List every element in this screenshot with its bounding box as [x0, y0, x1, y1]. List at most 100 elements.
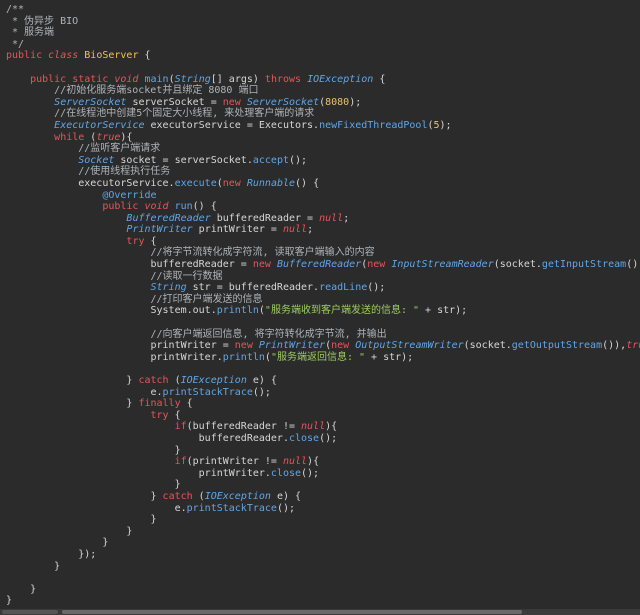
code-token: BufferedReader — [276, 259, 362, 271]
code-line: //将字节流转化成字符流, 读取客户端输入的内容 — [6, 247, 640, 259]
code-token: printStackTrace — [186, 502, 277, 514]
code-token: (); — [252, 386, 271, 398]
code-token: + str); — [419, 305, 468, 317]
code-token: getOutputStream — [511, 340, 603, 352]
code-line: executorService.execute(new Runnable() { — [6, 178, 640, 190]
code-token: close — [270, 467, 302, 479]
code-token: execute — [174, 177, 217, 189]
code-token: { — [150, 235, 157, 247]
code-line: } — [6, 537, 640, 549]
code-token: } — [6, 479, 181, 491]
code-token: new — [331, 340, 356, 352]
code-token: ); — [439, 119, 452, 131]
scrollbar-track-segment — [2, 610, 58, 614]
code-token: ; — [343, 212, 350, 224]
code-token: ; — [307, 224, 314, 236]
code-token: }); — [6, 548, 97, 560]
code-line: } — [6, 595, 640, 607]
code-token: null — [319, 212, 344, 224]
code-token: executorService. — [6, 177, 175, 189]
code-line: BufferedReader bufferedReader = null; — [6, 213, 640, 225]
code-token: getInputStream — [541, 259, 627, 271]
code-token: //初始化服务端socket并且绑定 8080 端口 — [6, 85, 259, 97]
code-token: * 伪异步 BIO — [6, 15, 79, 27]
code-line: //使用线程执行任务 — [6, 166, 640, 178]
code-line: @Override — [6, 190, 640, 202]
code-token: { — [373, 73, 386, 85]
code-token: () { — [192, 201, 217, 213]
code-token: public static — [6, 73, 115, 85]
code-token: run — [174, 201, 193, 213]
code-line: bufferedReader.close(); — [6, 433, 640, 445]
code-token: try — [150, 409, 175, 421]
code-line: //读取一行数据 — [6, 271, 640, 283]
code-token: true — [96, 131, 121, 143]
code-token: } — [6, 595, 13, 607]
code-token: void — [114, 73, 145, 85]
code-token: public — [6, 50, 49, 62]
code-line: } finally { — [6, 398, 640, 410]
code-token: (printWriter != — [186, 456, 283, 468]
code-token: } — [6, 514, 157, 526]
code-token: PrintWriter — [258, 340, 326, 352]
code-line: e.printStackTrace(); — [6, 503, 640, 515]
code-token: () { — [295, 177, 320, 189]
code-token: (); — [367, 282, 386, 294]
code-line: public void run() { — [6, 201, 640, 213]
code-token: new — [222, 96, 247, 108]
code-token: Socket — [78, 154, 115, 166]
code-line: printWriter.println("服务端返回信息: " + str); — [6, 352, 640, 364]
code-token: { — [174, 409, 181, 421]
code-line: try { — [6, 410, 640, 422]
code-line: public class BioServer { — [6, 50, 640, 62]
code-token: { — [186, 398, 193, 410]
code-token: readLine — [319, 282, 368, 294]
code-line: } — [6, 479, 640, 491]
code-line: //向客户端返回信息, 将字符转化成字节流, 并输出 — [6, 329, 640, 341]
code-token: catch — [138, 375, 175, 386]
code-token: String — [174, 73, 211, 85]
code-line: } — [6, 561, 640, 573]
code-token: bufferedReader = — [6, 259, 253, 271]
code-token: } — [6, 560, 61, 572]
code-token: serverSocket = — [126, 96, 223, 108]
code-token: //使用线程执行任务 — [6, 166, 171, 178]
code-token: PrintWriter — [126, 224, 193, 236]
code-token: e) { — [270, 490, 302, 502]
code-token: //监听客户端请求 — [6, 143, 161, 155]
code-token: null — [282, 224, 308, 236]
code-token: IOException — [307, 73, 374, 85]
code-token: Runnable — [246, 177, 296, 189]
code-token: finally — [138, 398, 187, 410]
code-line: bufferedReader = new BufferedReader(new … — [6, 259, 640, 271]
scrollbar-thumb[interactable] — [62, 610, 522, 614]
code-token: printWriter. — [6, 351, 223, 363]
code-token: (); — [301, 467, 320, 479]
code-editor[interactable]: /** * 伪异步 BIO * 服务端 */public class BioSe… — [0, 0, 640, 615]
code-token: accept — [252, 154, 289, 166]
code-token: e. — [6, 386, 163, 398]
code-line: } — [6, 514, 640, 526]
code-area[interactable]: /** * 伪异步 BIO * 服务端 */public class BioSe… — [6, 4, 640, 607]
code-token: e. — [6, 502, 187, 514]
code-token: printStackTrace — [162, 386, 253, 398]
code-line: //监听客户端请求 — [6, 143, 640, 155]
code-token: println — [216, 305, 259, 317]
code-token: ServerSocket — [246, 96, 320, 108]
code-token: (socket. — [493, 259, 542, 271]
code-token: //读取一行数据 — [6, 270, 223, 282]
code-token: main — [144, 73, 169, 85]
horizontal-scrollbar[interactable] — [0, 609, 640, 615]
code-token: void — [144, 201, 175, 213]
code-line: ServerSocket serverSocket = new ServerSo… — [6, 97, 640, 109]
code-token: println — [222, 351, 265, 363]
code-token: "服务端收到客户端发送的信息: " — [264, 305, 420, 317]
code-token: IOException — [204, 490, 271, 502]
code-token: */ — [6, 38, 25, 50]
